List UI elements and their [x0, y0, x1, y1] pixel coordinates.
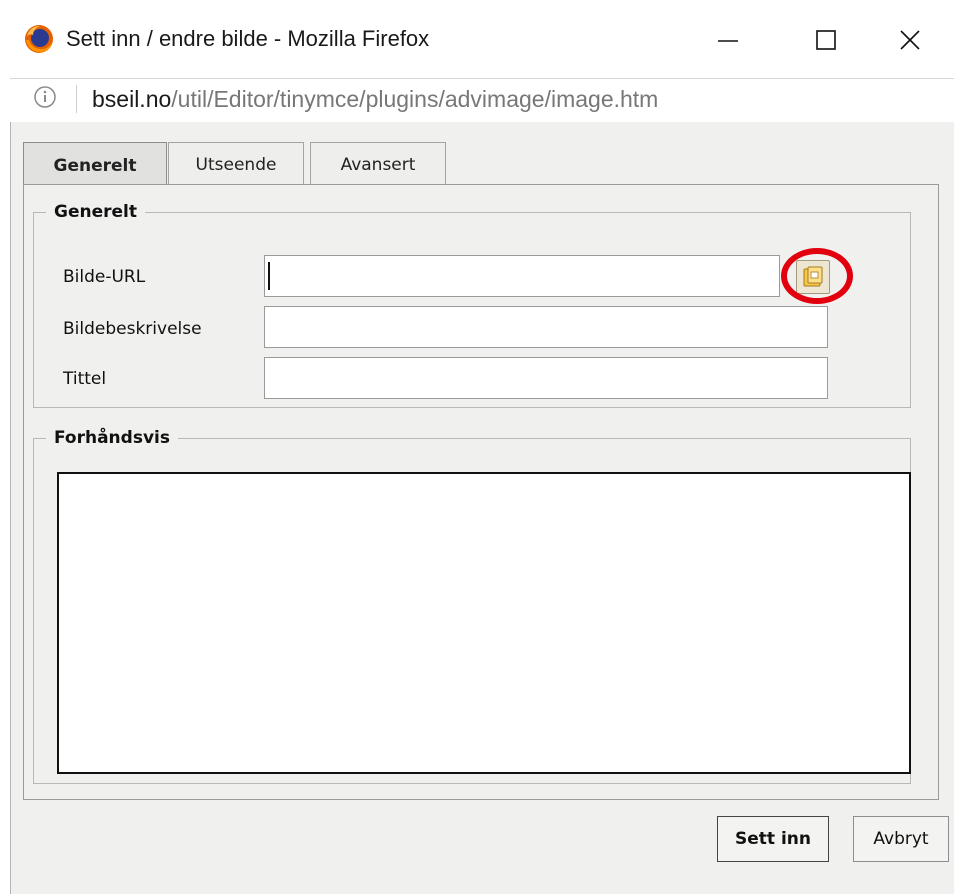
image-description-label: Bildebeskrivelse [63, 319, 202, 339]
maximize-button[interactable] [806, 20, 846, 60]
minimize-button[interactable] [708, 20, 748, 60]
info-icon[interactable] [32, 84, 58, 110]
image-title-label: Tittel [63, 369, 107, 389]
url-bar[interactable]: bseil.no/util/Editor/tinymce/plugins/adv… [10, 78, 954, 122]
image-description-input[interactable] [264, 306, 828, 348]
window-title: Sett inn / endre bilde - Mozilla Firefox [66, 26, 430, 51]
text-caret [268, 262, 270, 290]
tab-appearance[interactable]: Utseende [168, 142, 304, 186]
url-separator [76, 85, 77, 113]
close-icon [900, 30, 920, 50]
cancel-button[interactable]: Avbryt [853, 816, 949, 862]
general-legend: Generelt [54, 202, 137, 222]
image-title-input[interactable] [264, 357, 828, 399]
url-domain: bseil.no [92, 86, 172, 112]
close-button[interactable] [890, 20, 930, 60]
window-titlebar: Sett inn / endre bilde - Mozilla Firefox [0, 0, 954, 78]
preview-legend: Forhåndsvis [54, 428, 170, 448]
highlight-circle [781, 248, 853, 304]
preview-area [57, 472, 911, 774]
insert-button[interactable]: Sett inn [717, 816, 829, 862]
tab-advanced[interactable]: Avansert [310, 142, 446, 186]
image-url-label: Bilde-URL [63, 267, 146, 287]
maximize-icon [816, 30, 836, 50]
url-path: /util/Editor/tinymce/plugins/advimage/im… [171, 86, 659, 112]
tab-general[interactable]: Generelt [23, 142, 167, 188]
minimize-icon [718, 40, 738, 42]
firefox-logo-icon [25, 25, 53, 53]
url-text[interactable]: bseil.no/util/Editor/tinymce/plugins/adv… [92, 84, 658, 114]
image-url-input[interactable] [264, 255, 780, 297]
image-dialog: Generelt Utseende Avansert Generelt Bild… [10, 122, 954, 894]
